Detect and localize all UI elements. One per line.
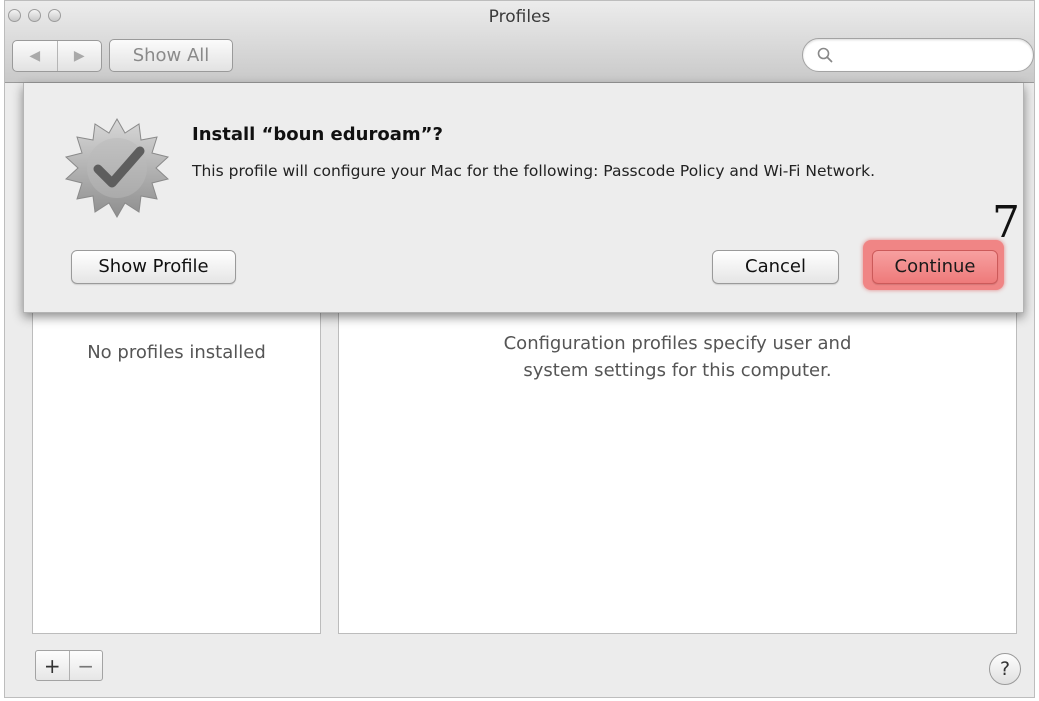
search-icon — [817, 47, 833, 63]
detail-description: Configuration profiles specify user and … — [503, 333, 852, 381]
remove-profile-button[interactable]: − — [70, 651, 103, 680]
add-profile-button[interactable]: + — [36, 651, 70, 680]
dialog-title: Install “boun eduroam”? — [192, 124, 443, 145]
title-bar: Profiles ◀ ▶ Show All — [5, 1, 1034, 83]
search-input[interactable] — [802, 38, 1034, 72]
continue-button[interactable]: Continue — [872, 250, 998, 284]
add-remove-buttons: + − — [35, 650, 103, 681]
nav-buttons: ◀ ▶ — [12, 40, 102, 72]
preferences-window: Profiles ◀ ▶ Show All No profiles instal… — [4, 0, 1035, 698]
step-number-annotation: 7 — [992, 197, 1020, 248]
profiles-list[interactable]: No profiles installed — [32, 301, 321, 634]
back-arrow-icon[interactable]: ◀ — [13, 41, 58, 71]
profile-detail-panel: Configuration profiles specify user and … — [338, 301, 1017, 634]
profile-badge-icon — [64, 117, 170, 219]
window-title: Profiles — [488, 7, 551, 27]
forward-arrow-icon[interactable]: ▶ — [58, 41, 102, 71]
help-icon[interactable]: ? — [989, 653, 1021, 685]
cancel-button[interactable]: Cancel — [712, 250, 839, 284]
dialog-message: This profile will configure your Mac for… — [192, 162, 876, 180]
show-profile-button[interactable]: Show Profile — [71, 250, 236, 284]
empty-list-text: No profiles installed — [87, 342, 266, 363]
install-profile-sheet: Install “boun eduroam”? This profile wil… — [23, 83, 1024, 313]
show-all-button[interactable]: Show All — [109, 39, 233, 72]
